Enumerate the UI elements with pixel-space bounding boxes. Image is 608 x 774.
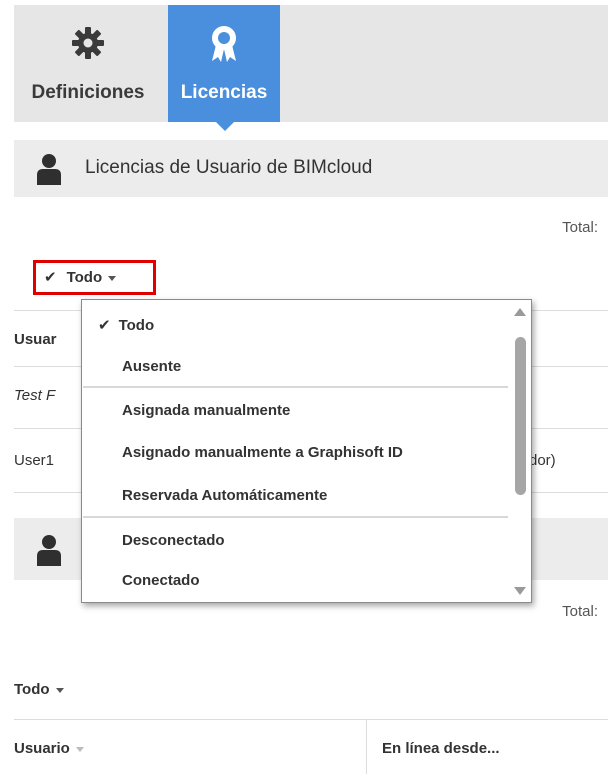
- tab-label-definiciones: Definiciones: [31, 82, 145, 103]
- section-header-bimcloud-licenses: Licencias de Usuario de BIMcloud: [14, 140, 608, 197]
- user-icon: [36, 534, 62, 571]
- checkmark-icon: ✔: [98, 317, 111, 334]
- table-header-online-since[interactable]: En línea desde...: [382, 740, 500, 757]
- tab-definiciones[interactable]: Definiciones: [14, 5, 162, 122]
- menu-item-ausente[interactable]: Ausente: [122, 358, 181, 375]
- menu-item-asignada-manualmente[interactable]: Asignada manualmente: [122, 402, 290, 419]
- chevron-down-icon: [55, 687, 64, 693]
- active-tab-pointer: [216, 122, 234, 131]
- award-ribbon-icon: [168, 25, 280, 65]
- gear-icon: [14, 25, 162, 65]
- section-title: Licencias de Usuario de BIMcloud: [85, 157, 373, 178]
- column-divider: [366, 719, 367, 774]
- menu-item-todo[interactable]: ✔ Todo: [98, 316, 154, 334]
- table-header-user-label: Usuario: [14, 740, 70, 757]
- table-row-cell: dor): [529, 452, 556, 469]
- menu-item-desconectado[interactable]: Desconectado: [122, 532, 225, 549]
- filter-label: Todo: [66, 269, 103, 286]
- menu-item-conectado[interactable]: Conectado: [122, 572, 200, 589]
- filter-dropdown-button[interactable]: ✔ Todo: [44, 268, 117, 286]
- total-label: Total:: [562, 219, 598, 236]
- tab-label-licencias: Licencias: [180, 82, 268, 103]
- menu-item-reservada-automaticamente[interactable]: Reservada Automáticamente: [122, 487, 327, 504]
- filter-label: Todo: [14, 681, 50, 698]
- menu-separator: [83, 516, 508, 518]
- dropdown-scrollbar[interactable]: [509, 300, 531, 602]
- scrollbar-thumb[interactable]: [515, 337, 526, 495]
- chevron-down-icon: [108, 275, 117, 281]
- table-row-cell: User1: [14, 452, 55, 469]
- tab-licencias[interactable]: Licencias: [168, 5, 280, 122]
- table-row-cell: Test F: [14, 387, 56, 404]
- total-label: Total:: [562, 603, 598, 620]
- menu-separator: [83, 386, 508, 388]
- sort-caret-icon: [75, 746, 84, 752]
- user-icon: [36, 153, 62, 190]
- menu-item-asignado-graphisoft-id[interactable]: Asignado manualmente a Graphisoft ID: [122, 444, 403, 461]
- table-header-user[interactable]: Usuar: [14, 331, 57, 348]
- filter-dropdown-button[interactable]: Todo: [14, 681, 64, 698]
- scroll-up-arrow-icon[interactable]: [514, 308, 526, 316]
- checkmark-icon: ✔: [44, 269, 57, 286]
- table-header-user[interactable]: Usuario: [14, 740, 84, 757]
- scroll-down-arrow-icon[interactable]: [514, 587, 526, 595]
- filter-dropdown-menu: ✔ Todo Ausente Asignada manualmente Asign…: [81, 299, 532, 603]
- menu-item-label: Todo: [118, 317, 155, 334]
- table-divider: [14, 719, 608, 720]
